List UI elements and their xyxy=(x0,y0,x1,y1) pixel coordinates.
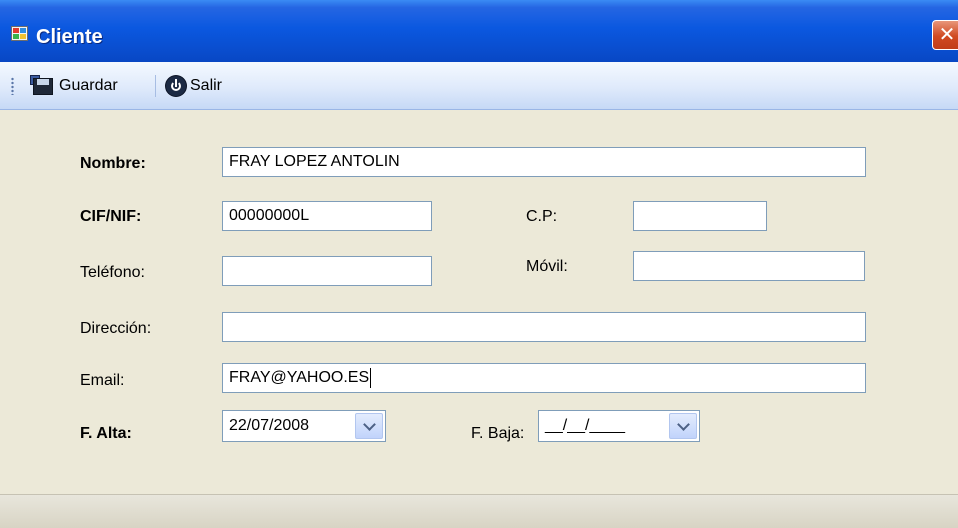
toolbar: Guardar Salir xyxy=(0,62,958,110)
direccion-input[interactable] xyxy=(222,312,866,342)
f-baja-dropdown-button[interactable] xyxy=(669,413,697,439)
telefono-label: Teléfono: xyxy=(80,264,145,281)
save-button[interactable]: Guardar xyxy=(30,71,118,101)
exit-button[interactable]: Salir xyxy=(166,71,222,101)
movil-label: Móvil: xyxy=(526,258,568,275)
status-bar xyxy=(0,494,958,528)
email-value: FRAY@YAHOO.ES xyxy=(229,369,370,386)
toolbar-separator xyxy=(155,75,156,97)
email-input[interactable]: FRAY@YAHOO.ES xyxy=(222,363,866,393)
save-button-label: Guardar xyxy=(59,77,118,94)
window-title: Cliente xyxy=(36,26,103,48)
chevron-down-icon xyxy=(362,417,376,431)
f-baja-datepicker[interactable]: __/__/____ xyxy=(538,410,700,442)
close-button[interactable]: ✕ xyxy=(932,20,958,50)
app-icon xyxy=(11,26,28,41)
f-alta-label: F. Alta: xyxy=(80,425,132,442)
nombre-input[interactable]: FRAY LOPEZ ANTOLIN xyxy=(222,147,866,177)
f-alta-dropdown-button[interactable] xyxy=(355,413,383,439)
direccion-label: Dirección: xyxy=(80,320,152,337)
telefono-input[interactable] xyxy=(222,256,432,286)
email-label: Email: xyxy=(80,372,125,389)
nombre-label: Nombre: xyxy=(80,155,146,172)
movil-input[interactable] xyxy=(633,251,865,281)
title-bar[interactable]: Cliente ✕ xyxy=(0,0,958,62)
f-baja-label: F. Baja: xyxy=(471,425,525,442)
toolbar-grip[interactable] xyxy=(11,77,14,95)
f-baja-value: __/__/____ xyxy=(545,417,626,434)
cliente-window: Cliente ✕ Guardar Salir Nombre: FRAY LOP… xyxy=(0,0,958,528)
text-caret xyxy=(370,367,372,388)
chevron-down-icon xyxy=(676,417,690,431)
save-disk-icon xyxy=(30,74,56,98)
cif-nif-input[interactable]: 00000000L xyxy=(222,201,432,231)
cif-nif-label: CIF/NIF: xyxy=(80,208,142,225)
cp-input[interactable] xyxy=(633,201,767,231)
cp-label: C.P: xyxy=(526,208,558,225)
power-icon xyxy=(166,76,186,96)
f-alta-datepicker[interactable]: 22/07/2008 xyxy=(222,410,386,442)
exit-button-label: Salir xyxy=(190,77,223,94)
f-alta-value: 22/07/2008 xyxy=(229,417,310,434)
